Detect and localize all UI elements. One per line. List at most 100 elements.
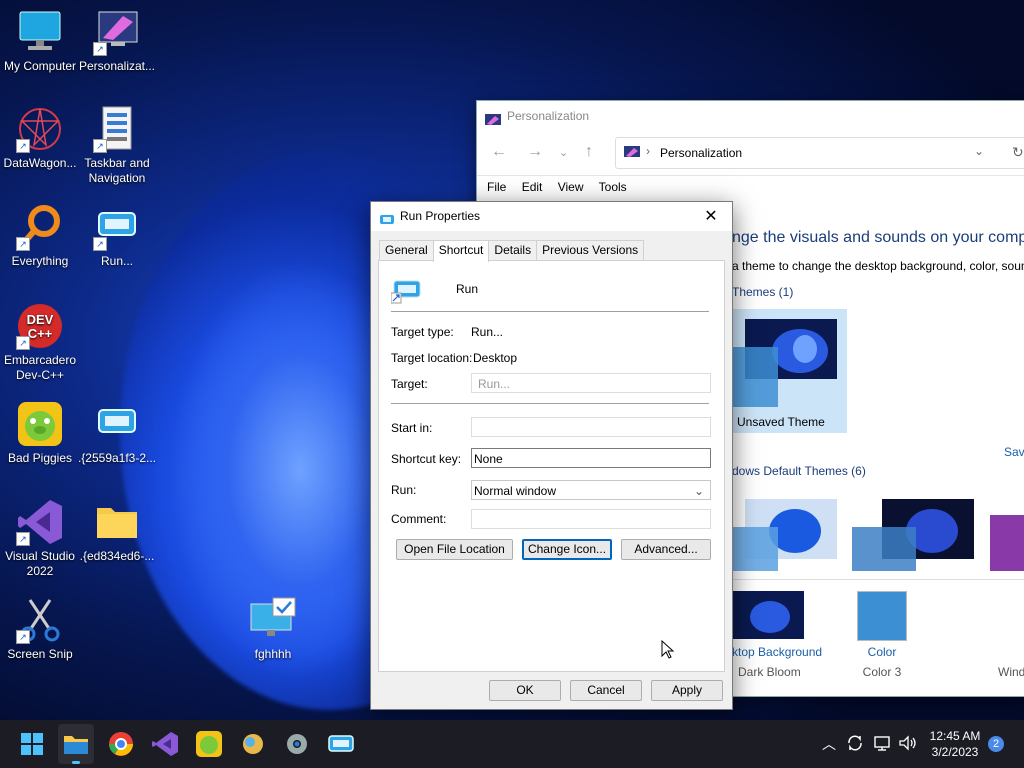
desktop-icon-guid-1[interactable]: .{2559a1f3-2... bbox=[77, 400, 157, 466]
datawagon-icon: ↗ bbox=[16, 105, 64, 153]
color-button[interactable]: Color Color 3 bbox=[857, 591, 917, 691]
desktop-icon-label: .{ed834ed6-... bbox=[79, 549, 155, 563]
desktop-icon-label: Everything bbox=[11, 254, 69, 268]
back-arrow-icon[interactable]: ← bbox=[491, 143, 507, 161]
desktop-icon-label: fghhhh bbox=[254, 647, 292, 661]
menu-tools[interactable]: Tools bbox=[599, 180, 627, 194]
my-themes-header[interactable]: Themes (1) bbox=[732, 285, 793, 299]
svg-text:DEV: DEV bbox=[27, 312, 54, 327]
run-select[interactable]: Normal window ⌄ bbox=[471, 480, 711, 500]
desktop-icon-screen-snip[interactable]: ↗ Screen Snip bbox=[0, 596, 80, 662]
theme-windows-tile[interactable] bbox=[732, 489, 838, 571]
run-properties-dialog[interactable]: Run Properties ✕ General Shortcut Details P… bbox=[370, 201, 733, 710]
comment-label: Comment: bbox=[391, 512, 447, 526]
address-bar[interactable]: › Personalization ⌄ ↻ bbox=[615, 137, 1024, 169]
address-dropdown-icon[interactable]: ⌄ bbox=[974, 144, 984, 158]
recent-chevron-icon[interactable]: ⌄ bbox=[559, 146, 568, 159]
ok-button[interactable]: OK bbox=[489, 680, 561, 701]
target-type-value: Run... bbox=[471, 325, 504, 339]
desktop-icon-label: Personalizat... bbox=[78, 59, 156, 73]
desktop-background-button[interactable]: ktop Background Dark Bloom bbox=[732, 591, 842, 691]
run-icon bbox=[379, 209, 395, 238]
taskbar-file-explorer[interactable] bbox=[58, 724, 94, 764]
desktop-icon-label: Run... bbox=[100, 254, 133, 268]
theme-color-swatch bbox=[732, 347, 778, 407]
desktop-icon-my-computer[interactable]: My Computer bbox=[0, 8, 80, 74]
menu-edit[interactable]: Edit bbox=[522, 180, 543, 194]
monitor-check-icon bbox=[249, 596, 297, 644]
page-subheading: a theme to change the desktop background… bbox=[732, 259, 1024, 273]
shortcut-arrow-icon: ↗ bbox=[16, 139, 30, 153]
tab-previous-versions[interactable]: Previous Versions bbox=[536, 240, 645, 260]
show-hidden-icons-chevron-icon[interactable]: ︿ bbox=[822, 734, 836, 768]
desktop-icon-bad-piggies[interactable]: Bad Piggies bbox=[0, 400, 80, 466]
up-arrow-icon[interactable]: ↑ bbox=[585, 143, 593, 161]
clock[interactable]: 12:45 AM 3/2/2023 bbox=[925, 728, 985, 768]
desktop-icon-dev-cpp[interactable]: DEV C++ ↗ Embarcadero Dev-C++ bbox=[0, 302, 80, 383]
start-in-field[interactable] bbox=[471, 417, 711, 437]
desktop-icon-datawagon[interactable]: ↗ DataWagon... bbox=[0, 105, 80, 171]
cancel-button[interactable]: Cancel bbox=[570, 680, 642, 701]
theme-dark-tile[interactable] bbox=[852, 489, 974, 571]
color-sublabel: Color 3 bbox=[862, 665, 902, 679]
dialog-titlebar[interactable]: Run Properties ✕ bbox=[371, 202, 732, 231]
notification-badge[interactable]: 2 bbox=[988, 736, 1004, 752]
unsaved-theme-label: Unsaved Theme bbox=[737, 415, 825, 429]
change-icon-button[interactable]: Change Icon... bbox=[522, 539, 612, 560]
menu-view[interactable]: View bbox=[558, 180, 584, 194]
default-themes-header[interactable]: dows Default Themes (6) bbox=[732, 464, 866, 478]
menu-file[interactable]: File bbox=[487, 180, 506, 194]
tab-general[interactable]: General bbox=[379, 240, 434, 260]
color-label: Color bbox=[867, 645, 897, 659]
target-location-value: Desktop bbox=[473, 351, 518, 365]
start-button[interactable] bbox=[17, 729, 47, 759]
desktop-icon-everything[interactable]: ↗ Everything bbox=[0, 203, 80, 269]
shortcut-panel: Run Target type: Run... Target location:… bbox=[378, 260, 725, 672]
desktop-icon-visual-studio[interactable]: ↗ Visual Studio 2022 bbox=[0, 498, 80, 579]
desktop-icon-personalization[interactable]: ↗ Personalizat... bbox=[77, 8, 157, 74]
desktop-icon-run[interactable]: ↗ Run... bbox=[77, 203, 157, 269]
theme-glow-tile[interactable] bbox=[990, 515, 1024, 571]
taskbar-bad-piggies[interactable] bbox=[194, 729, 224, 759]
shortcut-arrow-icon: ↗ bbox=[16, 630, 30, 644]
save-theme-link[interactable]: Sav bbox=[1004, 445, 1024, 459]
comment-field[interactable] bbox=[471, 509, 711, 529]
clock-date: 3/2/2023 bbox=[931, 745, 979, 759]
network-icon[interactable] bbox=[873, 734, 891, 768]
bad-piggies-icon bbox=[196, 731, 222, 757]
desktop-icon-fghhhh[interactable]: fghhhh bbox=[233, 596, 313, 662]
close-icon[interactable]: ✕ bbox=[696, 202, 726, 231]
theme-color-swatch bbox=[852, 527, 916, 571]
tab-details[interactable]: Details bbox=[488, 240, 538, 260]
taskbar-settings-icon: ↗ bbox=[93, 105, 141, 153]
taskbar-app-orb[interactable] bbox=[238, 729, 268, 759]
taskbar-visual-studio[interactable] bbox=[150, 729, 180, 759]
desktop-icon-label: Taskbar and Navigation bbox=[84, 156, 150, 185]
unsaved-theme-tile[interactable]: Unsaved Theme bbox=[732, 309, 847, 433]
target-field[interactable]: Run... bbox=[471, 373, 711, 393]
sync-icon[interactable] bbox=[846, 734, 864, 768]
forward-arrow-icon[interactable]: → bbox=[527, 143, 543, 161]
taskbar-run[interactable] bbox=[326, 729, 356, 759]
windows-logo-icon bbox=[21, 733, 43, 755]
volume-icon[interactable] bbox=[898, 734, 918, 768]
visual-studio-icon bbox=[152, 732, 178, 756]
open-file-location-button[interactable]: Open File Location bbox=[396, 539, 513, 560]
window-color-label[interactable]: Wind bbox=[998, 665, 1024, 679]
advanced-button[interactable]: Advanced... bbox=[621, 539, 711, 560]
target-location-label: Target location: bbox=[391, 351, 473, 365]
tab-strip: General Shortcut Details Previous Versions bbox=[379, 240, 645, 262]
apply-button[interactable]: Apply bbox=[651, 680, 723, 701]
shortcut-key-field[interactable]: None bbox=[471, 448, 711, 468]
run-select-value: Normal window bbox=[474, 484, 557, 498]
taskbar-settings[interactable] bbox=[282, 729, 312, 759]
run-label: Run: bbox=[391, 483, 417, 497]
chrome-icon bbox=[109, 732, 133, 756]
refresh-icon[interactable]: ↻ bbox=[1012, 144, 1024, 161]
clock-time: 12:45 AM bbox=[929, 729, 981, 743]
taskbar-chrome[interactable] bbox=[106, 729, 136, 759]
window-titlebar[interactable]: Personalization bbox=[477, 101, 1024, 131]
desktop-icon-taskbar-navigation[interactable]: ↗ Taskbar and Navigation bbox=[77, 105, 157, 186]
tab-shortcut[interactable]: Shortcut bbox=[432, 240, 490, 262]
desktop-icon-guid-2[interactable]: .{ed834ed6-... bbox=[77, 498, 157, 564]
